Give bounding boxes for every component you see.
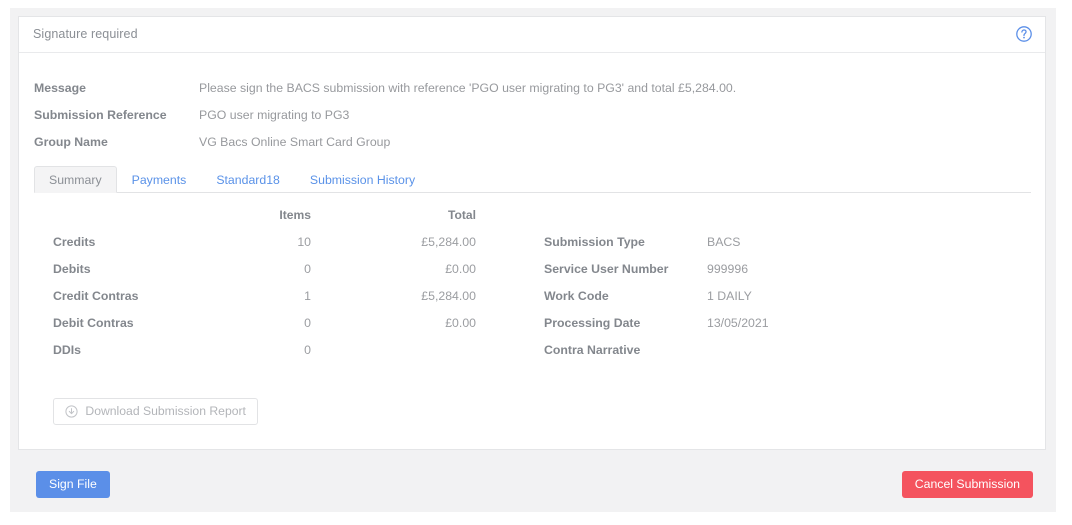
column-header-total: Total [448, 208, 476, 222]
row-label: Debits [53, 262, 91, 276]
cancel-submission-button[interactable]: Cancel Submission [901, 471, 1033, 498]
row-items: 0 [304, 262, 311, 276]
card-footer: Sign File Cancel Submission [10, 458, 1056, 512]
meta-label: Message [34, 81, 86, 95]
submission-details: Submission Type BACS Service User Number… [544, 229, 1014, 364]
row-label: Credits [53, 235, 96, 249]
meta-value: Please sign the BACS submission with ref… [199, 81, 737, 95]
table-row: Credit Contras 1 £5,284.00 [19, 283, 479, 310]
page-title: Signature required [33, 27, 138, 41]
meta-row-submission-reference: Submission Reference PGO user migrating … [34, 102, 1024, 129]
row-label: Credit Contras [53, 289, 139, 303]
table-row: DDIs 0 [19, 337, 479, 364]
row-total: £5,284.00 [421, 289, 476, 303]
sign-file-button[interactable]: Sign File [36, 471, 110, 498]
download-submission-report-button[interactable]: Download Submission Report [53, 398, 258, 425]
detail-value: 13/05/2021 [707, 316, 769, 330]
row-items: 0 [304, 343, 311, 357]
download-circle-icon [65, 402, 78, 427]
meta-label: Submission Reference [34, 108, 167, 122]
meta-value: PGO user migrating to PG3 [199, 108, 350, 122]
help-circle-icon[interactable] [1015, 25, 1033, 43]
tab-submission-history[interactable]: Submission History [295, 166, 430, 193]
row-label: Debit Contras [53, 316, 134, 330]
totals-table: Items Total Credits 10 £5,284.00 Debits … [19, 201, 479, 364]
tab-standard18[interactable]: Standard18 [201, 166, 295, 193]
meta-value: VG Bacs Online Smart Card Group [199, 135, 391, 149]
detail-label: Contra Narrative [544, 343, 641, 357]
detail-row-work-code: Work Code 1 DAILY [544, 283, 1014, 310]
meta-label: Group Name [34, 135, 108, 149]
row-label: DDIs [53, 343, 82, 357]
detail-row-processing-date: Processing Date 13/05/2021 [544, 310, 1014, 337]
download-submission-report-label: Download Submission Report [85, 404, 246, 418]
detail-value: BACS [707, 235, 741, 249]
detail-row-service-user-number: Service User Number 999996 [544, 256, 1014, 283]
signature-required-card: Signature required Message Please sign t… [18, 16, 1046, 450]
meta-row-group-name: Group Name VG Bacs Online Smart Card Gro… [34, 129, 1024, 156]
table-row: Debits 0 £0.00 [19, 256, 479, 283]
tab-bar: Summary Payments Standard18 Submission H… [34, 166, 1031, 193]
detail-label: Submission Type [544, 235, 645, 249]
detail-value: 999996 [707, 262, 749, 276]
row-items: 0 [304, 316, 311, 330]
table-row: Credits 10 £5,284.00 [19, 229, 479, 256]
row-items: 1 [304, 289, 311, 303]
tab-summary[interactable]: Summary [34, 166, 117, 193]
row-total: £0.00 [445, 262, 476, 276]
column-header-items: Items [279, 208, 311, 222]
detail-row-submission-type: Submission Type BACS [544, 229, 1014, 256]
page-container: Signature required Message Please sign t… [10, 8, 1056, 512]
detail-label: Service User Number [544, 262, 669, 276]
card-header: Signature required [19, 17, 1045, 53]
row-total: £0.00 [445, 316, 476, 330]
detail-row-contra-narrative: Contra Narrative [544, 337, 1014, 364]
row-items: 10 [297, 235, 311, 249]
totals-table-header: Items Total [19, 201, 479, 229]
detail-value: 1 DAILY [707, 289, 752, 303]
detail-label: Processing Date [544, 316, 641, 330]
table-row: Debit Contras 0 £0.00 [19, 310, 479, 337]
meta-row-message: Message Please sign the BACS submission … [34, 75, 1024, 102]
row-total: £5,284.00 [421, 235, 476, 249]
detail-label: Work Code [544, 289, 609, 303]
tab-payments[interactable]: Payments [117, 166, 202, 193]
submission-meta: Message Please sign the BACS submission … [34, 75, 1024, 156]
